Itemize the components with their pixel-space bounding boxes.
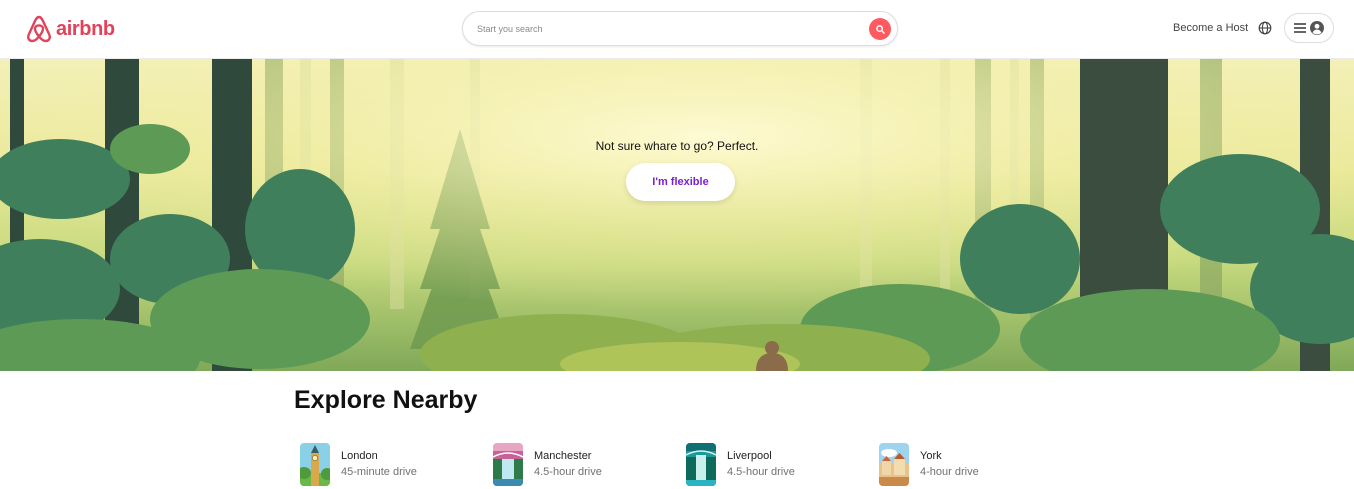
waterfall-bridge-thumbnail: [493, 443, 523, 486]
user-icon: [1310, 21, 1325, 35]
airbnb-logo-icon: [27, 15, 51, 43]
place-name: Manchester: [534, 450, 592, 462]
top-navbar: airbnb Become a Host: [0, 0, 1354, 59]
place-card-london[interactable]: London 45-minute drive: [300, 443, 480, 487]
place-name: London: [341, 450, 378, 462]
place-card-manchester[interactable]: Manchester 4.5-hour drive: [493, 443, 673, 487]
hero-tagline: Not sure whare to go? Perfect.: [595, 139, 759, 153]
forest-illustration: [0, 59, 1354, 371]
search-bar[interactable]: [462, 11, 898, 46]
place-distance: 45-minute drive: [341, 466, 417, 478]
place-distance: 4-hour drive: [920, 466, 979, 478]
villa-town-thumbnail: [879, 443, 909, 486]
im-flexible-button[interactable]: I'm flexible: [626, 163, 735, 201]
place-card-liverpool[interactable]: Liverpool 4.5-hour drive: [686, 443, 866, 487]
search-icon: [875, 24, 885, 34]
place-card-york[interactable]: York 4-hour drive: [879, 443, 1059, 487]
place-name: Liverpool: [727, 450, 772, 462]
explore-nearby-heading: Explore Nearby: [294, 386, 478, 414]
logo-wordmark: airbnb: [56, 17, 115, 40]
waterfall-teal-thumbnail: [686, 443, 716, 486]
place-distance: 4.5-hour drive: [727, 466, 795, 478]
big-ben-thumbnail: [300, 443, 330, 486]
become-host-link[interactable]: Become a Host: [1173, 22, 1248, 34]
profile-menu-button[interactable]: [1284, 13, 1334, 43]
menu-icon: [1293, 23, 1306, 33]
place-name: York: [920, 450, 942, 462]
globe-icon[interactable]: [1258, 21, 1272, 35]
hero-banner: Not sure whare to go? Perfect. I'm flexi…: [0, 59, 1354, 371]
search-button[interactable]: [869, 18, 891, 40]
airbnb-logo[interactable]: airbnb: [26, 15, 115, 43]
search-input[interactable]: [477, 20, 857, 38]
place-distance: 4.5-hour drive: [534, 466, 602, 478]
